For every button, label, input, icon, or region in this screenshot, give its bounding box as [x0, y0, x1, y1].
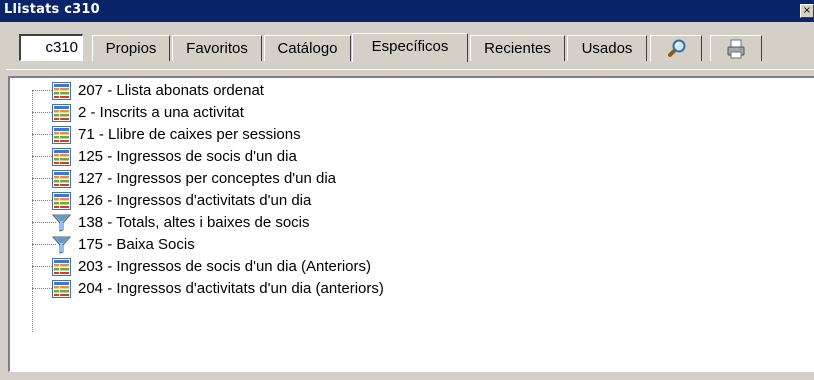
- report-icon: [52, 192, 71, 210]
- tree-item[interactable]: 127 - Ingressos per conceptes d'un dia: [10, 168, 790, 190]
- tree-item[interactable]: 175 - Baixa Socis: [10, 234, 790, 256]
- tab-usados[interactable]: Usados: [567, 35, 647, 61]
- funnel-icon: [52, 236, 71, 254]
- tree-item[interactable]: 126 - Ingressos d'activitats d'un dia: [10, 190, 790, 212]
- tree-item-label: 204 - Ingressos d'activitats d'un dia (a…: [78, 280, 384, 297]
- tree-item[interactable]: 2 - Inscrits a una activitat: [10, 102, 790, 124]
- report-tree[interactable]: 207 - Llista abonats ordenat 2 - Inscrit…: [8, 76, 814, 372]
- printer-icon: [727, 39, 745, 58]
- tab-print[interactable]: [710, 35, 762, 61]
- tree-item-label: 207 - Llista abonats ordenat: [78, 82, 264, 99]
- funnel-icon: [52, 214, 71, 232]
- tree-item-label: 138 - Totals, altes i baixes de socis: [78, 214, 310, 231]
- title-bar[interactable]: Llistats c310 ×: [0, 0, 814, 22]
- search-input[interactable]: c310: [19, 34, 83, 61]
- report-icon: [52, 82, 71, 100]
- tab-propios[interactable]: Propios: [92, 35, 170, 61]
- tree-item[interactable]: 203 - Ingressos de socis d'un dia (Anter…: [10, 256, 790, 278]
- tree-item-label: 71 - Llibre de caixes per sessions: [78, 126, 301, 143]
- report-icon: [52, 280, 71, 298]
- tree-item-label: 127 - Ingressos per conceptes d'un dia: [78, 170, 337, 187]
- tab-favoritos[interactable]: Favoritos: [172, 35, 262, 61]
- tree-item-label: 125 - Ingressos de socis d'un dia: [78, 148, 297, 165]
- tree-item-label: 203 - Ingressos de socis d'un dia (Anter…: [78, 258, 372, 275]
- tab-especificos[interactable]: Específicos: [352, 33, 468, 62]
- tab-catalogo[interactable]: Catálogo: [264, 35, 351, 61]
- tab-bar: c310 Propios Favoritos Catálogo Específi…: [0, 22, 814, 70]
- close-button[interactable]: ×: [800, 4, 814, 18]
- report-icon: [52, 104, 71, 122]
- tree-item-label: 126 - Ingressos d'activitats d'un dia: [78, 192, 312, 209]
- tab-baseline: [6, 69, 814, 70]
- tree-item[interactable]: 125 - Ingressos de socis d'un dia: [10, 146, 790, 168]
- tab-search[interactable]: [650, 35, 702, 61]
- report-icon: [52, 258, 71, 276]
- tab-recientes[interactable]: Recientes: [470, 35, 565, 61]
- report-list-window: Llistats c310 × c310 Propios Favoritos C…: [0, 0, 814, 380]
- magnifier-icon: [668, 39, 686, 57]
- window-title: Llistats c310: [4, 2, 100, 17]
- tree-item-label: 175 - Baixa Socis: [78, 236, 195, 253]
- report-icon: [52, 170, 71, 188]
- tree-item[interactable]: 71 - Llibre de caixes per sessions: [10, 124, 790, 146]
- tree-item[interactable]: 207 - Llista abonats ordenat: [10, 80, 790, 102]
- report-icon: [52, 126, 71, 144]
- tree-item-label: 2 - Inscrits a una activitat: [78, 104, 244, 121]
- tree-item[interactable]: 204 - Ingressos d'activitats d'un dia (a…: [10, 278, 790, 300]
- tree-item[interactable]: 138 - Totals, altes i baixes de socis: [10, 212, 790, 234]
- report-icon: [52, 148, 71, 166]
